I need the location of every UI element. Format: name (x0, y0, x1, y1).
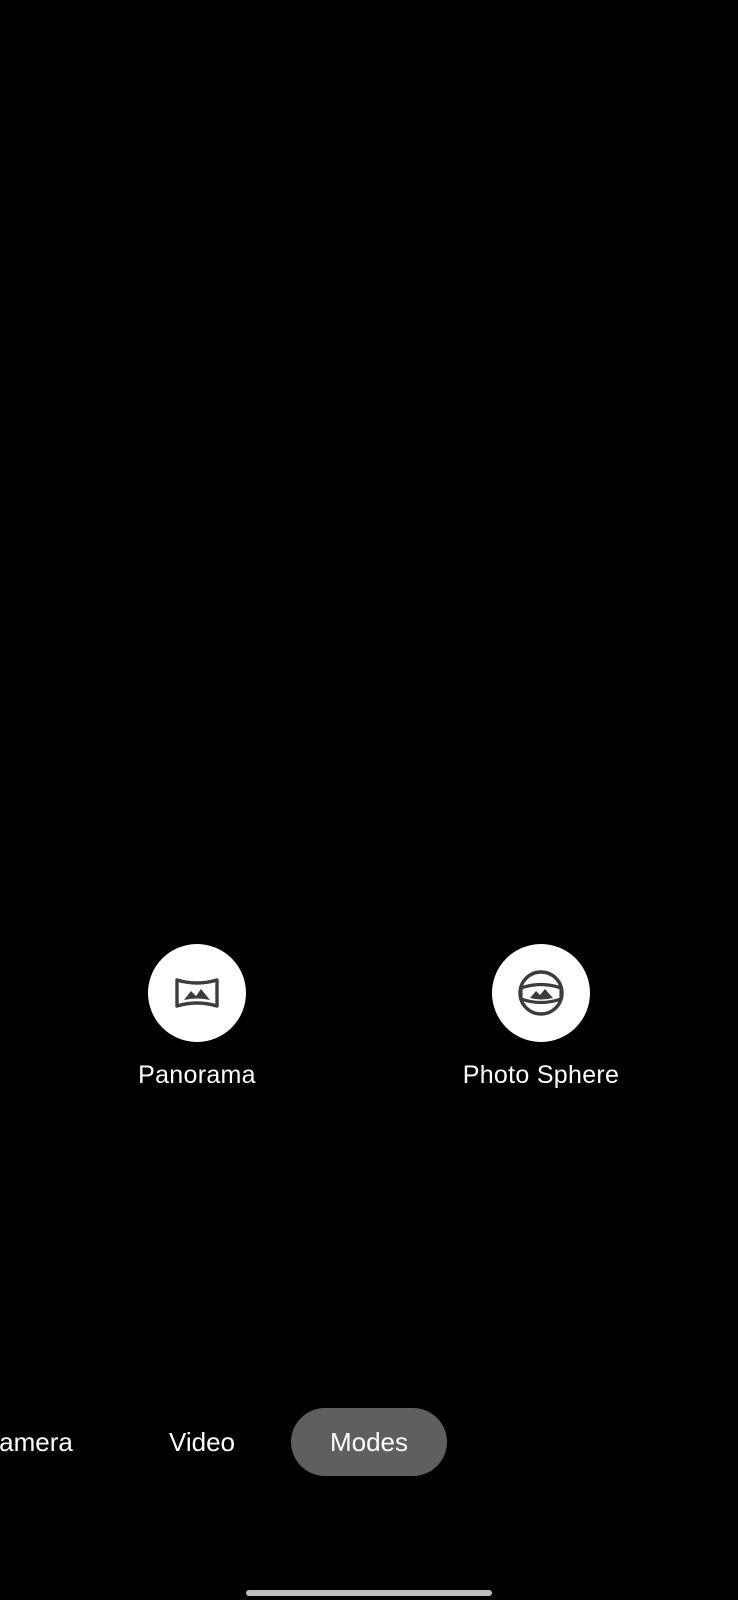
home-indicator[interactable] (246, 1590, 492, 1596)
photo-sphere-mode-button[interactable]: Photo Sphere (421, 944, 661, 1090)
camera-viewfinder[interactable] (0, 0, 738, 1600)
panorama-icon-circle[interactable] (148, 944, 246, 1042)
panorama-label: Panorama (138, 1061, 256, 1089)
tab-camera[interactable]: amera (0, 1408, 96, 1476)
panorama-icon (175, 978, 219, 1008)
camera-mode-tabs: amera Video Modes (0, 1408, 738, 1476)
panorama-mode-button[interactable]: Panorama (77, 944, 317, 1090)
tab-video[interactable]: Video (152, 1408, 252, 1476)
photo-sphere-icon (518, 970, 564, 1016)
photo-sphere-icon-circle[interactable] (492, 944, 590, 1042)
tab-modes[interactable]: Modes (291, 1408, 447, 1476)
photo-sphere-label: Photo Sphere (462, 1061, 620, 1089)
